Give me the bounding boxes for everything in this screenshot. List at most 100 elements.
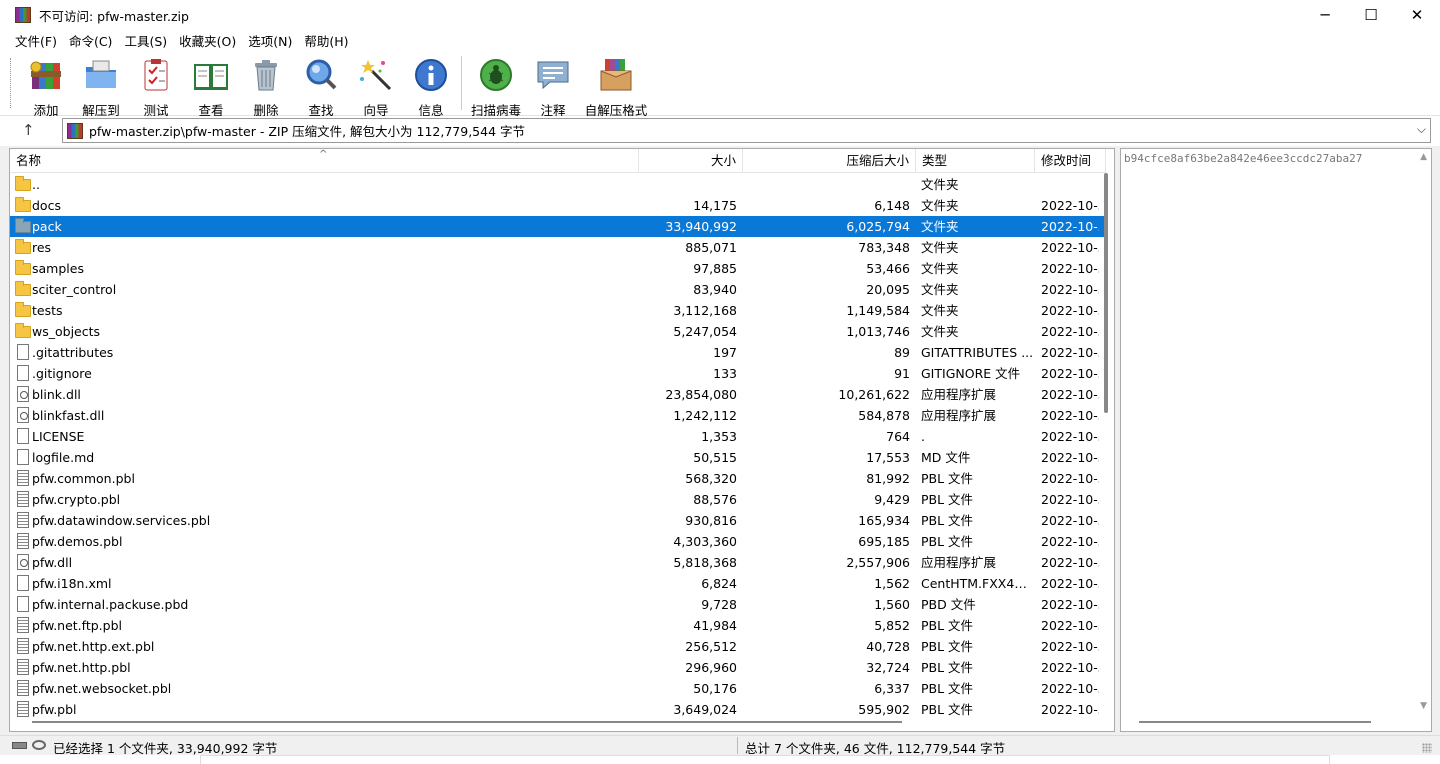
menu-file[interactable]: 文件(F) <box>9 31 63 50</box>
column-type[interactable]: 类型 <box>916 149 1035 173</box>
file-modified: 2022-10-3 <box>1041 471 1099 486</box>
table-row[interactable]: .gitignore 133 91 GITIGNORE 文件 2022-10-3 <box>10 363 1106 384</box>
file-modified: 2022-10-3 <box>1041 660 1099 675</box>
column-name[interactable]: 名称 ^ <box>10 149 639 173</box>
close-button[interactable]: ✕ <box>1394 0 1440 30</box>
pbl-file-icon <box>17 470 29 486</box>
file-modified: 2022-10-3 <box>1041 261 1099 276</box>
file-modified: 2022-10-3 <box>1041 198 1099 213</box>
resize-grip-icon[interactable] <box>1422 743 1432 753</box>
test-button[interactable]: 测试 <box>128 55 184 118</box>
file-name: pfw.i18n.xml <box>32 576 112 591</box>
table-row[interactable]: blinkfast.dll 1,242,112 584,878 应用程序扩展 2022-… <box>10 405 1106 426</box>
file-name: blink.dll <box>32 387 81 402</box>
test-icon <box>144 59 168 91</box>
sfx-button[interactable]: 自解压格式 <box>584 55 648 118</box>
delete-button[interactable]: 删除 <box>238 55 294 118</box>
table-row[interactable]: pfw.pbl 3,649,024 595,902 PBL 文件 2022-10-3 <box>10 699 1106 720</box>
table-row[interactable]: pfw.crypto.pbl 88,576 9,429 PBL 文件 2022-10-3 <box>10 489 1106 510</box>
table-row[interactable]: sciter_control 83,940 20,095 文件夹 2022-10-3 <box>10 279 1106 300</box>
menu-help[interactable]: 帮助(H) <box>298 31 354 50</box>
table-row[interactable]: .. 文件夹 <box>10 174 1106 195</box>
up-folder-button[interactable]: ↑ <box>22 121 35 139</box>
info-button[interactable]: 信息 <box>403 55 459 118</box>
file-list: 名称 ^ 大小 压缩后大小 类型 修改时间 .. 文件夹 docs 14,175 6,14… <box>9 148 1115 732</box>
file-size: 50,176 <box>693 681 737 696</box>
file-name: pfw.net.http.pbl <box>32 660 131 675</box>
table-row[interactable]: LICENSE 1,353 764. 2022-10-3 <box>10 426 1106 447</box>
file-modified: 2022-10-3 <box>1041 324 1099 339</box>
comment-button[interactable]: 注释 <box>525 55 581 118</box>
menu-options[interactable]: 选项(N) <box>242 31 298 50</box>
table-row[interactable]: pfw.net.http.ext.pbl 256,512 40,728 PBL 文件 2… <box>10 636 1106 657</box>
menu-tools[interactable]: 工具(S) <box>118 31 173 50</box>
toolbar: 添加 解压到 测试 查看 删除 查找 向导 信息 扫描病毒 注释 自解压格式 <box>0 50 1440 118</box>
table-row[interactable]: logfile.md 50,515 17,553 MD 文件 2022-10-3 <box>10 447 1106 468</box>
file-modified: 2022-10-3 <box>1041 597 1099 612</box>
file-rows: .. 文件夹 docs 14,175 6,148 文件夹 2022-10-3 pack 33,9… <box>10 174 1106 720</box>
table-row[interactable]: .gitattributes 197 89 GITATTRIBUTES ... 2022… <box>10 342 1106 363</box>
pbl-file-icon <box>17 638 29 654</box>
drive-icon[interactable] <box>12 742 27 749</box>
table-row[interactable]: pfw.net.websocket.pbl 50,176 6,337 PBL 文件 20… <box>10 678 1106 699</box>
scroll-down-button[interactable]: ▼ <box>1420 701 1427 711</box>
table-row[interactable]: pfw.common.pbl 568,320 81,992 PBL 文件 2022-10… <box>10 468 1106 489</box>
scroll-up-button[interactable]: ▲ <box>1420 152 1427 162</box>
file-modified: 2022-10-3 <box>1041 555 1099 570</box>
column-size[interactable]: 大小 <box>639 149 743 173</box>
address-dropdown-button[interactable]: ⌵ <box>1417 122 1426 137</box>
table-row[interactable]: blink.dll 23,854,080 10,261,622 应用程序扩展 2022-… <box>10 384 1106 405</box>
wizard-button[interactable]: 向导 <box>348 55 404 118</box>
file-size: 3,649,024 <box>673 702 737 717</box>
file-modified: 2022-10-3 <box>1041 492 1099 507</box>
table-row[interactable]: res 885,071 783,348 文件夹 2022-10-3 <box>10 237 1106 258</box>
file-type: PBL 文件 <box>921 639 974 654</box>
status-bar: 已经选择 1 个文件夹, 33,940,992 字节 总计 7 个文件夹, 46… <box>0 735 1440 756</box>
menu-favorites[interactable]: 收藏夹(O) <box>173 31 242 50</box>
sort-ascending-icon: ^ <box>319 149 328 160</box>
minimize-button[interactable]: ─ <box>1302 0 1348 30</box>
table-row[interactable]: pfw.net.ftp.pbl 41,984 5,852 PBL 文件 2022-10-… <box>10 615 1106 636</box>
virus-scan-icon <box>480 59 512 91</box>
table-row[interactable]: pfw.i18n.xml 6,824 1,562 CentHTM.FXX4D... 20… <box>10 573 1106 594</box>
file-name: ws_objects <box>32 324 101 339</box>
column-packed[interactable]: 压缩后大小 <box>743 149 916 173</box>
add-button[interactable]: 添加 <box>18 55 74 118</box>
table-row[interactable]: pfw.internal.packuse.pbd 9,728 1,560 PBD 文件… <box>10 594 1106 615</box>
table-row[interactable]: samples 97,885 53,466 文件夹 2022-10-3 <box>10 258 1106 279</box>
table-row[interactable]: ws_objects 5,247,054 1,013,746 文件夹 2022-10-3 <box>10 321 1106 342</box>
virus-scan-button[interactable]: 扫描病毒 <box>468 55 524 118</box>
key-icon[interactable] <box>32 740 46 750</box>
file-type: PBL 文件 <box>921 660 974 675</box>
toolbar-grip[interactable] <box>10 58 13 108</box>
file-type: PBL 文件 <box>921 534 974 549</box>
pbl-file-icon <box>17 512 29 528</box>
file-size: 9,728 <box>701 597 737 612</box>
table-row[interactable]: pack 33,940,992 6,025,794 文件夹 2022-10-3 <box>10 216 1106 237</box>
column-modified[interactable]: 修改时间 <box>1035 149 1106 173</box>
file-packed-size: 165,934 <box>858 513 910 528</box>
horizontal-scrollbar[interactable] <box>32 721 902 723</box>
file-modified: 2022-10-3 <box>1041 345 1099 360</box>
address-path: pfw-master.zip\pfw-master - ZIP 压缩文件, 解包… <box>89 124 525 139</box>
vertical-scrollbar[interactable] <box>1104 173 1108 413</box>
file-packed-size: 81,992 <box>866 471 910 486</box>
find-button[interactable]: 查找 <box>293 55 349 118</box>
table-row[interactable]: pfw.demos.pbl 4,303,360 695,185 PBL 文件 2022-… <box>10 531 1106 552</box>
table-row[interactable]: pfw.datawindow.services.pbl 930,816 165,93… <box>10 510 1106 531</box>
table-row[interactable]: pfw.net.http.pbl 296,960 32,724 PBL 文件 2022-… <box>10 657 1106 678</box>
file-size: 41,984 <box>693 618 737 633</box>
table-row[interactable]: pfw.dll 5,818,368 2,557,906 应用程序扩展 2022-10-3 <box>10 552 1106 573</box>
view-button[interactable]: 查看 <box>183 55 239 118</box>
folder-icon <box>15 218 31 233</box>
folder-icon <box>15 197 31 212</box>
status-separator <box>737 737 738 754</box>
address-box[interactable]: pfw-master.zip\pfw-master - ZIP 压缩文件, 解包… <box>62 118 1431 143</box>
extract-to-button[interactable]: 解压到 <box>73 55 129 118</box>
table-row[interactable]: tests 3,112,168 1,149,584 文件夹 2022-10-3 <box>10 300 1106 321</box>
file-size: 6,824 <box>701 576 737 591</box>
comment-horizontal-scrollbar[interactable] <box>1139 721 1371 723</box>
table-row[interactable]: docs 14,175 6,148 文件夹 2022-10-3 <box>10 195 1106 216</box>
menu-commands[interactable]: 命令(C) <box>63 31 118 50</box>
maximize-button[interactable]: ☐ <box>1348 0 1394 30</box>
